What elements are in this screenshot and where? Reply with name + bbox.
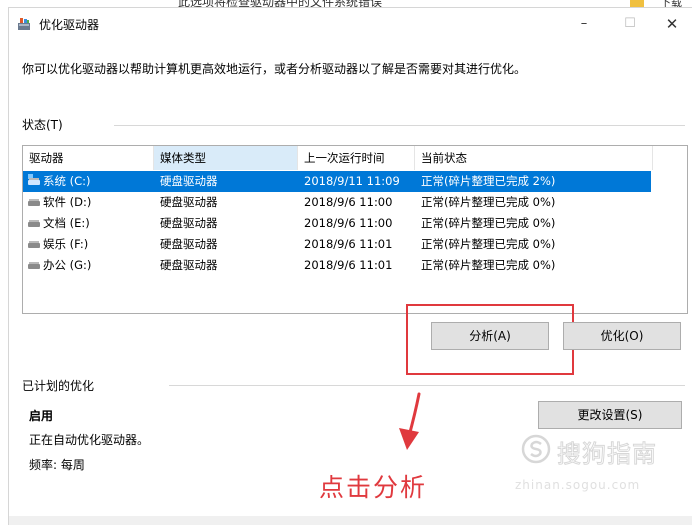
section-divider [169, 385, 685, 386]
hard-drive-icon [28, 219, 40, 228]
last-run-time: 2018/9/6 11:00 [304, 216, 393, 230]
media-type: 硬盘驱动器 [160, 237, 218, 251]
minimize-button[interactable]: – [569, 14, 599, 34]
current-status: 正常(碎片整理已完成 2%) [421, 174, 556, 188]
title-bar: 优化驱动器 – ☐ ✕ [9, 8, 692, 38]
annotation-caption: 点击分析 [319, 473, 428, 502]
media-type: 硬盘驱动器 [160, 258, 218, 272]
sogou-logo-icon [521, 434, 551, 464]
analyze-button[interactable]: 分析(A) [431, 322, 549, 350]
drive-row-c[interactable]: 系统 (C:) 硬盘驱动器 2018/9/11 11:09 正常(碎片整理已完成… [23, 171, 651, 192]
media-type: 硬盘驱动器 [160, 195, 218, 209]
media-type: 硬盘驱动器 [160, 174, 218, 188]
current-status: 正常(碎片整理已完成 0%) [421, 258, 556, 272]
current-status: 正常(碎片整理已完成 0%) [421, 195, 556, 209]
scheduled-section-label: 已计划的优化 [22, 379, 95, 393]
section-divider [114, 125, 685, 126]
column-header-last-run[interactable]: 上一次运行时间 [298, 146, 415, 170]
schedule-frequency: 频率: 每周 [29, 458, 85, 472]
last-run-time: 2018/9/6 11:01 [304, 237, 393, 251]
drive-row-e[interactable]: 文档 (E:) 硬盘驱动器 2018/9/6 11:00 正常(碎片整理已完成 … [23, 213, 687, 234]
last-run-time: 2018/9/6 11:00 [304, 195, 393, 209]
drive-row-f[interactable]: 娱乐 (F:) 硬盘驱动器 2018/9/6 11:01 正常(碎片整理已完成 … [23, 234, 687, 255]
status-section-label: 状态(T) [22, 118, 63, 132]
watermark-url: zhinan.sogou.com [515, 478, 641, 492]
sogou-watermark: 搜狗指南 [515, 430, 685, 470]
drive-name: 软件 (D:) [43, 195, 92, 209]
column-header-drive[interactable]: 驱动器 [23, 146, 154, 170]
schedule-status-text: 正在自动优化驱动器。 [29, 433, 150, 447]
maximize-button[interactable]: ☐ [615, 14, 645, 34]
last-run-time: 2018/9/11 11:09 [304, 174, 400, 188]
drive-row-d[interactable]: 软件 (D:) 硬盘驱动器 2018/9/6 11:00 正常(碎片整理已完成 … [23, 192, 687, 213]
description-text: 你可以优化驱动器以帮助计算机更高效地运行，或者分析驱动器以了解是否需要对其进行优… [22, 62, 527, 76]
drive-name: 办公 (G:) [43, 258, 92, 272]
drive-row-g[interactable]: 办公 (G:) 硬盘驱动器 2018/9/6 11:01 正常(碎片整理已完成 … [23, 255, 687, 276]
watermark-text: 搜狗指南 [557, 440, 657, 469]
column-header-media-type[interactable]: 媒体类型 [154, 146, 298, 170]
schedule-enabled-label: 启用 [29, 409, 54, 423]
current-status: 正常(碎片整理已完成 0%) [421, 216, 556, 230]
media-type: 硬盘驱动器 [160, 216, 218, 230]
column-headers: 驱动器 媒体类型 上一次运行时间 当前状态 [23, 146, 687, 170]
annotation-arrow-icon [399, 392, 421, 450]
drive-list[interactable]: 驱动器 媒体类型 上一次运行时间 当前状态 系统 (C:) 硬盘驱动器 2018… [22, 145, 688, 314]
column-header-current-status[interactable]: 当前状态 [415, 146, 653, 170]
close-button[interactable]: ✕ [657, 14, 687, 34]
drive-name: 文档 (E:) [43, 216, 90, 230]
hard-drive-icon [28, 198, 40, 207]
window-title: 优化驱动器 [39, 18, 100, 32]
system-drive-icon [28, 174, 40, 186]
change-settings-button[interactable]: 更改设置(S) [538, 401, 682, 429]
last-run-time: 2018/9/6 11:01 [304, 258, 393, 272]
hard-drive-icon [28, 240, 40, 249]
drive-name: 系统 (C:) [43, 174, 91, 188]
optimize-button[interactable]: 优化(O) [563, 322, 681, 350]
defrag-app-icon [18, 18, 30, 30]
drive-name: 娱乐 (F:) [43, 237, 89, 251]
hard-drive-icon [28, 261, 40, 270]
current-status: 正常(碎片整理已完成 0%) [421, 237, 556, 251]
